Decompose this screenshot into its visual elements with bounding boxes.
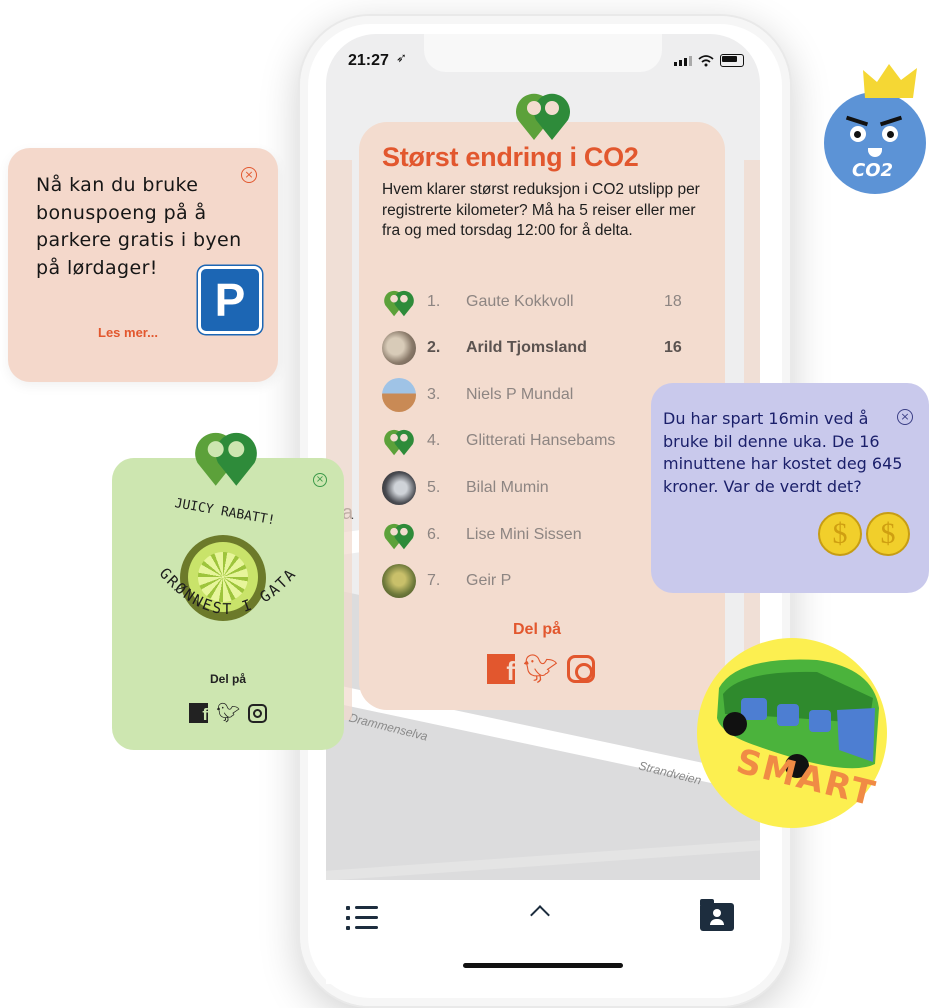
smart-bus-sticker: SMART	[697, 638, 887, 828]
close-icon[interactable]: ×	[897, 409, 913, 425]
avatar	[382, 331, 416, 365]
brand-logo-icon	[384, 429, 414, 456]
brand-logo-icon	[516, 93, 570, 140]
facebook-icon[interactable]: f	[487, 654, 515, 684]
signal-icon	[674, 55, 692, 66]
brand-logo-icon	[384, 523, 414, 550]
rank-number: 7.	[427, 572, 441, 589]
social-share-row: f 🐦︎	[487, 654, 595, 684]
rank-number: 6.	[427, 526, 441, 543]
player-name: Niels P Mundal	[466, 386, 574, 403]
profile-folder-icon[interactable]	[700, 899, 734, 931]
status-bar: 21:27 ➶	[326, 34, 760, 80]
status-time: 21:27	[348, 52, 389, 69]
rank-number: 4.	[427, 432, 441, 449]
brand-logo-icon	[195, 432, 257, 486]
crown-icon	[863, 64, 917, 98]
instagram-icon[interactable]	[566, 655, 595, 683]
menu-icon[interactable]	[346, 906, 378, 930]
parking-sign-icon: P	[198, 266, 262, 334]
co2-sticker: CO2	[824, 92, 926, 194]
player-name: Glitterati Hansebams	[466, 432, 616, 449]
leaderboard-row[interactable]: 1. Gaute Kokkvoll 18	[382, 285, 702, 319]
leaderboard-title: Størst endring i CO2	[382, 142, 639, 172]
rank-number: 3.	[427, 386, 441, 403]
facebook-icon[interactable]: f	[189, 703, 208, 723]
twitter-icon[interactable]: 🐦︎	[523, 654, 559, 684]
battery-icon	[720, 54, 744, 67]
time-savings-text: Du har spart 16min ved å bruke bil denne…	[663, 409, 903, 496]
close-icon[interactable]: ×	[241, 167, 257, 183]
coin-icon: $	[818, 512, 862, 556]
leaderboard-description: Hvem klarer størst reduksjon i CO2 utsli…	[382, 181, 700, 239]
close-icon[interactable]: ×	[313, 473, 327, 487]
player-score: 18	[664, 293, 682, 310]
player-score: 16	[664, 339, 682, 356]
bottom-nav-bar	[326, 880, 760, 984]
avatar	[382, 564, 416, 598]
location-arrow-icon: ➶	[396, 51, 407, 66]
player-name: Arild Tjomsland	[466, 339, 587, 356]
twitter-icon[interactable]: 🐦︎	[216, 703, 240, 723]
wifi-icon	[698, 54, 714, 66]
player-name: Lise Mini Sissen	[466, 526, 582, 543]
leaderboard-row[interactable]: 2. Arild Tjomsland 16	[382, 331, 702, 365]
svg-text:GRØNNEST I GATA: GRØNNEST I GATA	[156, 564, 301, 618]
share-label: Del på	[210, 672, 247, 686]
player-name: Bilal Mumin	[466, 479, 549, 496]
social-share-row: f 🐦︎	[189, 703, 268, 723]
rank-number: 2.	[427, 339, 441, 356]
rank-number: 5.	[427, 479, 441, 496]
discount-arc-bottom-text: GRØNNEST I GATA	[156, 564, 301, 618]
co2-sticker-label: CO2	[852, 160, 894, 181]
instagram-icon[interactable]	[248, 703, 268, 723]
read-more-link[interactable]: Les mer...	[98, 325, 158, 340]
player-name: Gaute Kokkvoll	[466, 293, 574, 310]
brand-logo-icon	[384, 290, 414, 317]
coin-icon: $	[866, 512, 910, 556]
avatar	[382, 471, 416, 505]
phone-notch	[424, 34, 662, 72]
share-label: Del på	[513, 621, 562, 638]
rank-number: 1.	[427, 293, 441, 310]
avatar	[382, 378, 416, 412]
home-indicator[interactable]	[463, 963, 623, 968]
player-name: Geir P	[466, 572, 512, 589]
